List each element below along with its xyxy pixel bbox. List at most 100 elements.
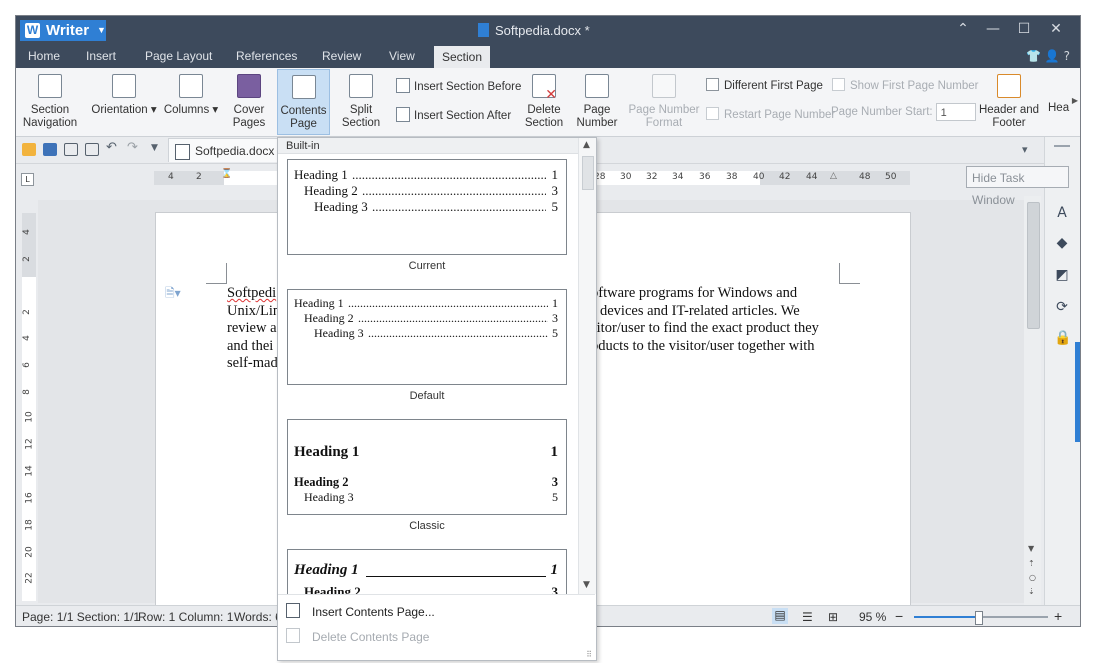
maximize-icon[interactable]: ☐: [1014, 21, 1034, 37]
writer-logo-icon: W: [25, 23, 40, 38]
select-icon[interactable]: ◩: [1054, 267, 1070, 283]
window-title: Softpedia.docx *: [478, 23, 590, 38]
tab-page-layout[interactable]: Page Layout: [145, 49, 212, 63]
user-icon[interactable]: 👤: [1045, 49, 1060, 63]
contents-page-button[interactable]: Contents Page: [277, 69, 330, 135]
help-icon[interactable]: ?: [1064, 49, 1070, 63]
different-first-page-checkbox[interactable]: Different First Page: [706, 78, 823, 92]
customize-toolbar-icon[interactable]: ▼: [151, 143, 165, 156]
dropdown-scrollbar[interactable]: ▲ ▼: [578, 138, 596, 594]
toc-style-caption: Current: [408, 260, 446, 272]
print-icon[interactable]: [64, 143, 78, 156]
previous-page-icon[interactable]: ⇡: [1028, 559, 1035, 568]
word-count-status[interactable]: Words: 6: [234, 610, 282, 624]
tab-stop-icon[interactable]: L: [21, 173, 34, 186]
document-tab[interactable]: Softpedia.docx *: [168, 138, 286, 162]
collapse-ribbon-icon[interactable]: ⌃: [953, 21, 973, 37]
toc-entry: Heading 3...............................…: [314, 326, 558, 340]
checkbox-icon: [706, 107, 719, 120]
shapes-icon[interactable]: ◆: [1054, 235, 1070, 251]
next-page-icon[interactable]: ⇣: [1028, 587, 1035, 596]
tab-references[interactable]: References: [236, 49, 297, 63]
toc-entry: Heading 23: [304, 584, 558, 594]
ruler-tick: 6: [21, 362, 32, 368]
document-lock-icon[interactable]: 🔒: [1054, 330, 1071, 346]
close-icon[interactable]: ✕: [1046, 21, 1066, 37]
page-number-format-button[interactable]: Page Number Format: [628, 72, 700, 130]
page-number-button[interactable]: Page Number: [572, 72, 622, 130]
dropdown-scrollbar-thumb[interactable]: [582, 156, 594, 190]
header-partial-button[interactable]: Hea: [1048, 72, 1074, 115]
delete-section-button[interactable]: ✕ Delete Section: [519, 72, 569, 130]
app-menu-button[interactable]: W Writer ▼: [20, 20, 106, 41]
insert-section-before-button[interactable]: Insert Section Before: [396, 78, 521, 93]
ribbon-scroll-right-icon[interactable]: ▶: [1072, 96, 1078, 105]
insert-section-after-button[interactable]: Insert Section After: [396, 107, 511, 122]
tab-home[interactable]: Home: [28, 49, 60, 63]
header-footer-icon: [997, 74, 1021, 98]
tab-insert[interactable]: Insert: [86, 49, 116, 63]
undo-icon[interactable]: ↶: [106, 140, 120, 155]
web-view-icon[interactable]: ⊞: [828, 610, 838, 624]
redo-icon[interactable]: ↷: [127, 140, 141, 155]
zoom-slider-knob[interactable]: [975, 611, 984, 625]
columns-button[interactable]: Columns ▾: [163, 72, 219, 117]
scrollbar-thumb[interactable]: [1027, 202, 1040, 329]
ruler-tick: 36: [699, 172, 711, 182]
minimize-icon[interactable]: —: [983, 21, 1003, 37]
orientation-button[interactable]: Orientation ▾: [88, 72, 160, 117]
zoom-slider[interactable]: [914, 611, 1048, 625]
first-line-indent-marker[interactable]: ⌛: [221, 169, 232, 179]
task-pane-handle[interactable]: [1075, 342, 1080, 442]
section-navigation-button[interactable]: Section Navigation: [18, 72, 82, 130]
outline-view-icon[interactable]: ☰: [802, 610, 813, 624]
ruler-tick: 2: [21, 256, 32, 262]
delete-contents-page-item[interactable]: Delete Contents Page: [286, 628, 429, 644]
tab-options-icon[interactable]: ▾: [1022, 143, 1036, 156]
toc-entry: Heading 1...............................…: [294, 296, 558, 310]
toc-style-default[interactable]: Heading 1...............................…: [287, 289, 567, 385]
paragraph-options-icon[interactable]: 🗎▾: [165, 284, 181, 305]
tab-review[interactable]: Review: [322, 49, 361, 63]
cover-pages-button[interactable]: Cover Pages: [223, 72, 275, 130]
menu-bar: Home Insert Page Layout References Revie…: [16, 46, 1080, 68]
zoom-in-icon[interactable]: +: [1054, 608, 1062, 624]
scroll-down-icon[interactable]: ▼: [1028, 544, 1034, 553]
right-indent-marker[interactable]: △: [830, 171, 837, 181]
toc-style-classic[interactable]: Heading 11 Heading 23 Heading 35: [287, 419, 567, 515]
toc-entry: Heading 2...............................…: [304, 183, 558, 198]
page-number-start-input[interactable]: 1: [935, 103, 976, 121]
save-icon[interactable]: [43, 143, 57, 156]
scroll-down-icon[interactable]: ▼: [583, 580, 590, 590]
open-folder-icon[interactable]: [22, 143, 36, 156]
skin-icon[interactable]: 👕: [1026, 49, 1041, 63]
split-section-button[interactable]: Split Section: [334, 72, 388, 130]
toc-style-fancy[interactable]: Heading 11 Heading 23: [287, 549, 567, 594]
backup-icon[interactable]: ⟳: [1054, 299, 1070, 315]
tab-section[interactable]: Section: [434, 46, 491, 68]
show-first-page-number-checkbox[interactable]: Show First Page Number: [832, 78, 978, 92]
document-icon: [478, 23, 489, 37]
insert-section-after-icon: [396, 107, 410, 122]
margin-corner-mark: [839, 263, 860, 284]
restart-page-number-checkbox[interactable]: Restart Page Number: [706, 107, 835, 121]
document-icon: [175, 144, 190, 160]
print-preview-icon[interactable]: [85, 143, 99, 156]
scroll-up-icon[interactable]: ▲: [583, 140, 590, 150]
style-icon[interactable]: A: [1054, 205, 1070, 221]
tab-view[interactable]: View: [389, 49, 415, 63]
ruler-tick: 20: [24, 546, 35, 558]
page-view-icon[interactable]: ▤: [772, 608, 788, 624]
header-partial-label: Hea: [1048, 102, 1070, 114]
split-section-icon: [349, 74, 373, 98]
zoom-out-icon[interactable]: −: [895, 608, 903, 624]
page-section-status[interactable]: Page: 1/1 Section: 1/1: [22, 610, 140, 624]
browse-object-icon[interactable]: ○: [1029, 573, 1036, 582]
vertical-scrollbar[interactable]: ▼ ⇡ ○ ⇣: [1024, 196, 1041, 606]
zoom-level[interactable]: 95 %: [859, 610, 886, 624]
toc-style-current[interactable]: Heading 1...............................…: [287, 159, 567, 255]
header-footer-button[interactable]: Header and Footer: [976, 72, 1042, 130]
vertical-ruler[interactable]: 4 2 2 4 6 8 10 12 14 16 18 20 22: [22, 213, 36, 601]
resize-grip-icon[interactable]: ⠿: [586, 650, 592, 659]
insert-contents-page-item[interactable]: Insert Contents Page...: [286, 603, 435, 619]
